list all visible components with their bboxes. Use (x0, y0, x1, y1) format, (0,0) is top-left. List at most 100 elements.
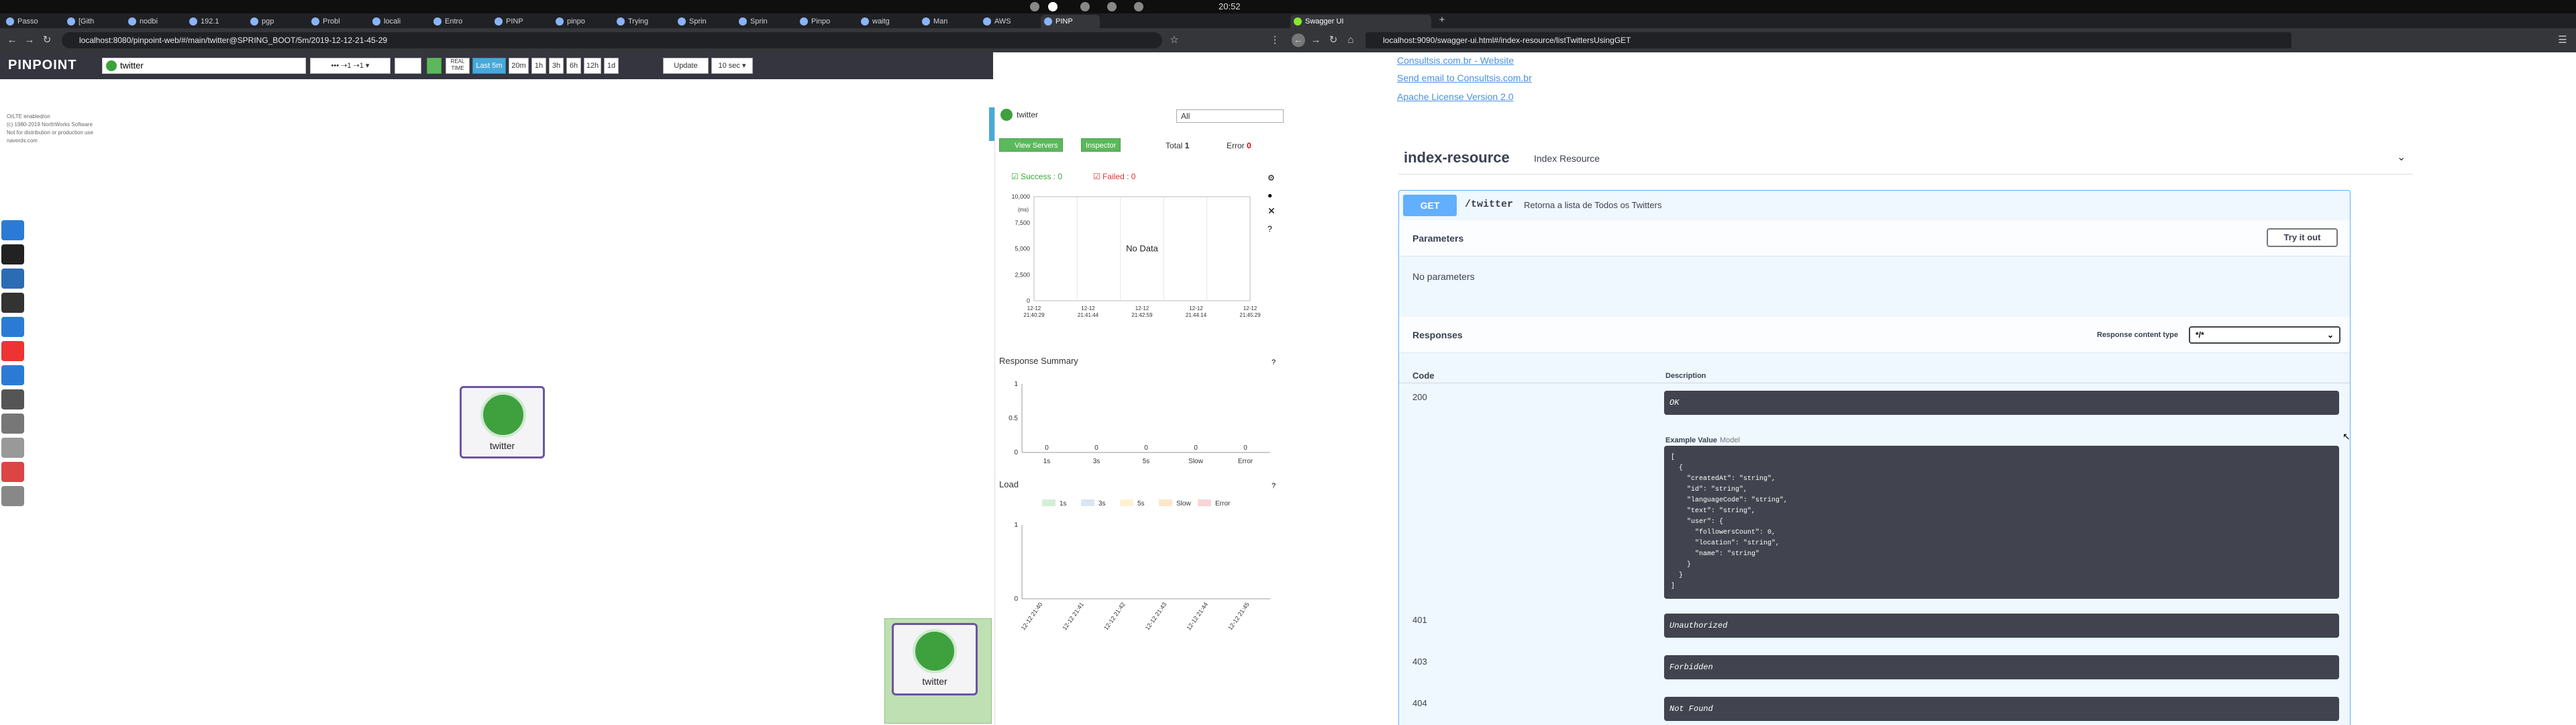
star-icon[interactable]: ☆ (1168, 34, 1181, 47)
browser-tab[interactable]: Sprin (735, 15, 794, 28)
view-servers-button[interactable]: View Servers (999, 138, 1063, 152)
inspector-button[interactable]: Inspector (1081, 138, 1121, 152)
dock-app-icon[interactable] (1, 220, 24, 240)
search-button[interactable] (395, 58, 421, 74)
home-icon[interactable]: ⌂ (1344, 34, 1357, 47)
email-link[interactable]: Send email to Consultsis.com.br (1397, 72, 1532, 83)
close-icon[interactable]: ✕ (1268, 205, 1276, 217)
x-tick-label: 12-12 21:44 (1185, 601, 1209, 631)
interval-select[interactable]: 10 sec ▾ (711, 58, 753, 74)
dock-app-icon[interactable] (1, 341, 24, 361)
favicon-icon (311, 17, 319, 26)
website-link[interactable]: Consultsis.com.br - Website (1397, 55, 1514, 66)
dock-app-icon[interactable] (1, 389, 24, 409)
browser-tab[interactable]: pgp (247, 15, 306, 28)
time-range-button[interactable]: REAL TIME (446, 58, 470, 74)
agent-filter-select[interactable]: All (1176, 109, 1284, 123)
browser-tab[interactable]: nodbi (125, 15, 184, 28)
code-header: Code (1412, 371, 1435, 381)
browser-tab[interactable]: Pinpo (796, 15, 856, 28)
browser-tab[interactable]: waitg (858, 15, 917, 28)
swagger-tab[interactable]: Swagger UI (1290, 15, 1431, 28)
calendar-icon[interactable] (427, 58, 442, 74)
time-range-button[interactable]: 1d (604, 58, 619, 74)
dock-app-icon[interactable] (1, 365, 24, 385)
user-icon[interactable]: ● (1268, 191, 1272, 200)
minimap[interactable]: twitter (884, 618, 992, 724)
dock-app-icon[interactable] (1, 317, 24, 337)
browser-tab[interactable]: [Gith (64, 15, 123, 28)
license-link[interactable]: Apache License Version 2.0 (1397, 91, 1514, 102)
back-icon[interactable]: ← (5, 34, 19, 47)
time-range-button[interactable]: 1h (531, 58, 546, 74)
scatter-chart[interactable]: 10,000 7,500 5,000 2,500 0 (ms) 12-12 21:40:29 1… (995, 183, 1264, 318)
operation-summary[interactable]: GET /twitter Retorna a lista de Todos os… (1399, 191, 2350, 220)
reload-icon[interactable]: ↻ (40, 34, 54, 47)
dock-app-icon[interactable] (1, 486, 24, 506)
model-tab[interactable]: Model (1720, 436, 1740, 444)
browser-tab[interactable]: Man (919, 15, 978, 28)
browser-tab[interactable]: Passo (3, 15, 62, 28)
chevron-down-icon[interactable]: ⌄ (2397, 150, 2406, 164)
battery-icon[interactable] (1134, 2, 1143, 11)
update-button[interactable]: Update (663, 58, 709, 74)
inbound-outbound-select[interactable]: ••• ⇢1 ⇢1 ▾ (310, 58, 391, 74)
browser-tab[interactable]: locali (369, 15, 428, 28)
forward-icon[interactable]: → (1309, 34, 1323, 47)
time-range-button[interactable]: 3h (549, 58, 564, 74)
time-range-button[interactable]: 20m (509, 58, 529, 74)
browser-tab[interactable]: AWS (980, 15, 1039, 28)
skype-icon[interactable] (1048, 2, 1058, 11)
time-range-button[interactable]: Last 5m (472, 58, 506, 74)
help-icon[interactable]: ? (1272, 482, 1276, 490)
browser-tab[interactable]: PINP (491, 15, 550, 28)
browser-tab[interactable]: Trying (613, 15, 672, 28)
reload-icon[interactable]: ↻ (1327, 34, 1340, 47)
favicon-icon (617, 17, 625, 26)
favicon-icon (556, 17, 564, 26)
address-bar[interactable]: localhost:8080/pinpoint-web/#/main/twitt… (62, 32, 1162, 48)
help-icon[interactable]: ? (1268, 224, 1272, 234)
success-legend[interactable]: ☑ Success : 0 (1011, 172, 1062, 181)
time-range-button[interactable]: 12h (584, 58, 601, 74)
browser-tab[interactable]: pinpo (552, 15, 611, 28)
browser-tab[interactable]: Probl (308, 15, 367, 28)
help-icon[interactable]: ? (1272, 358, 1276, 367)
back-icon[interactable]: ← (1292, 34, 1305, 47)
volume-icon[interactable] (1107, 2, 1117, 11)
menu-icon[interactable]: ☰ (2556, 34, 2569, 47)
dock-app-icon[interactable] (1, 269, 24, 289)
server-map-canvas[interactable]: OrLTE enabled/on (c) 1980-2019 NorthWork… (0, 79, 1004, 725)
minimap-node[interactable]: twitter (892, 623, 978, 695)
favicon-icon (983, 17, 991, 26)
dock-app-icon[interactable] (1, 438, 24, 458)
browser-tab[interactable]: Entro (430, 15, 489, 28)
server-map-node[interactable]: twitter (460, 386, 545, 458)
browser-tab[interactable]: PINP (1041, 15, 1100, 28)
tag-section-header[interactable]: index-resource Index Resource ⌄ (1398, 145, 2413, 175)
application-select[interactable]: twitter (102, 58, 306, 74)
address-bar[interactable]: localhost:9090/swagger-ui.html#/index-re… (1366, 32, 2291, 48)
try-it-out-button[interactable]: Try it out (2267, 228, 2338, 247)
content-type-select[interactable]: */* ⌄ (2189, 326, 2340, 344)
failed-legend[interactable]: ☑ Failed : 0 (1093, 172, 1135, 181)
time-range-button[interactable]: 6h (566, 58, 581, 74)
dock-app-icon[interactable] (1, 414, 24, 434)
example-value-tab[interactable]: Example Value (1665, 436, 1717, 444)
dock-app-icon[interactable] (1, 293, 24, 313)
bar-value-label: 0 (1045, 444, 1049, 452)
new-tab-icon[interactable]: + (1435, 13, 1449, 27)
help-icon[interactable] (1246, 59, 1258, 71)
browser-tab[interactable]: Sprin (674, 15, 733, 28)
dock-app-icon[interactable] (1, 244, 24, 264)
network-icon[interactable] (1080, 2, 1090, 11)
forward-icon[interactable]: → (23, 34, 36, 47)
dock-app-icon[interactable] (1, 462, 24, 482)
gear-icon[interactable]: ⚙ (1264, 59, 1274, 73)
app-indicator-icon[interactable] (1030, 2, 1039, 11)
menu-icon[interactable]: ⋮ (1268, 34, 1282, 47)
gear-icon[interactable]: ⚙ (1268, 173, 1275, 183)
minimap-node-label: twitter (922, 676, 947, 687)
legend-label: 3s (1098, 500, 1106, 508)
browser-tab[interactable]: 192.1 (186, 15, 245, 28)
